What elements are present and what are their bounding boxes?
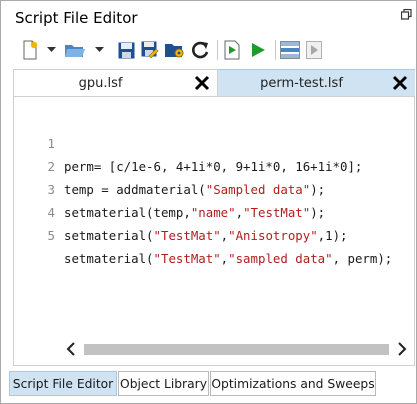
refresh-button[interactable] bbox=[189, 39, 211, 61]
code-line[interactable]: 3 setmaterial(temp,"name","TestMat"); bbox=[14, 155, 414, 220]
line-number: 5 bbox=[47, 228, 55, 243]
change-directory-button[interactable] bbox=[163, 39, 187, 61]
code-line[interactable]: 2 temp = addmaterial("Sampled data"); bbox=[14, 132, 414, 197]
refresh-icon bbox=[190, 40, 210, 60]
string-literal: "TestMat" bbox=[153, 228, 221, 243]
code-lines[interactable]: 1 perm= [c/1e-6, 4+1i*0, 9+1i*0, 16+1i*0… bbox=[14, 109, 414, 266]
string-literal: "TestMat" bbox=[153, 251, 221, 266]
tab-label: Script File Editor bbox=[12, 376, 114, 391]
open-dropdown-button[interactable] bbox=[93, 39, 105, 61]
open-script-button[interactable] bbox=[63, 39, 87, 61]
split-view-icon bbox=[280, 41, 300, 59]
chevron-down-icon bbox=[94, 47, 104, 53]
code-text: , perm); bbox=[332, 251, 393, 266]
code-text: ,1); bbox=[317, 228, 348, 243]
tab-label: Optimizations and Sweeps bbox=[211, 376, 375, 391]
split-view-button[interactable] bbox=[279, 39, 301, 61]
open-folder-icon bbox=[64, 41, 86, 59]
string-literal: "sampled data" bbox=[228, 251, 333, 266]
title-bar: Script File Editor bbox=[1, 1, 416, 33]
tab-label: gpu.lsf bbox=[78, 75, 123, 91]
chevron-down-icon bbox=[46, 47, 56, 53]
new-dropdown-button[interactable] bbox=[45, 39, 57, 61]
new-script-button[interactable] bbox=[19, 39, 41, 61]
play-icon bbox=[250, 42, 266, 58]
toolbar-separator bbox=[275, 40, 276, 60]
tab-script-file-editor[interactable]: Script File Editor bbox=[9, 371, 117, 396]
close-icon[interactable] bbox=[391, 74, 409, 92]
tab-gpu-lsf[interactable]: gpu.lsf bbox=[13, 69, 218, 96]
toolbar-separator bbox=[217, 40, 218, 60]
editor-toolbar bbox=[13, 35, 409, 65]
file-tab-bar: gpu.lsf perm-test.lsf bbox=[13, 69, 415, 96]
save-button[interactable] bbox=[115, 39, 137, 61]
code-line[interactable]: 1 perm= [c/1e-6, 4+1i*0, 9+1i*0, 16+1i*0… bbox=[14, 109, 414, 174]
scroll-right-icon[interactable] bbox=[395, 341, 409, 357]
tab-object-library[interactable]: Object Library bbox=[118, 371, 209, 396]
window-title: Script File Editor bbox=[15, 9, 138, 27]
step-button[interactable] bbox=[303, 39, 325, 61]
string-literal: "Anisotropy" bbox=[228, 228, 318, 243]
code-text: setmaterial( bbox=[64, 228, 154, 243]
save-as-icon bbox=[141, 41, 159, 59]
step-icon bbox=[306, 41, 322, 59]
line-code[interactable]: setmaterial("TestMat","Anisotropy",1); bbox=[64, 224, 348, 247]
new-file-icon bbox=[21, 40, 39, 60]
horizontal-scrollbar[interactable] bbox=[14, 339, 414, 359]
tab-label: Object Library bbox=[120, 376, 207, 391]
script-file-editor-window: Script File Editor gpu.lsf perm-test.lsf… bbox=[0, 0, 417, 404]
code-text: setmaterial( bbox=[64, 251, 154, 266]
folder-gear-icon bbox=[164, 41, 186, 59]
code-line[interactable]: 5 setmaterial("TestMat","sampled data", … bbox=[14, 201, 414, 266]
save-as-button[interactable] bbox=[139, 39, 161, 61]
code-editor[interactable]: 1 perm= [c/1e-6, 4+1i*0, 9+1i*0, 16+1i*0… bbox=[13, 96, 415, 366]
close-icon[interactable] bbox=[193, 74, 211, 92]
code-line[interactable]: 4 setmaterial("TestMat","Anisotropy",1); bbox=[14, 178, 414, 243]
tab-optimizations-and-sweeps[interactable]: Optimizations and Sweeps bbox=[210, 371, 376, 396]
run-script-button[interactable] bbox=[247, 39, 269, 61]
line-code[interactable]: setmaterial("TestMat","sampled data", pe… bbox=[64, 247, 392, 270]
run-to-cursor-icon bbox=[223, 40, 241, 60]
run-to-cursor-button[interactable] bbox=[221, 39, 243, 61]
tab-label: perm-test.lsf bbox=[260, 75, 343, 91]
scroll-left-icon[interactable] bbox=[64, 341, 78, 357]
float-window-icon[interactable] bbox=[400, 8, 412, 23]
save-icon bbox=[118, 42, 135, 59]
scrollbar-thumb[interactable] bbox=[84, 344, 389, 355]
tab-perm-test-lsf[interactable]: perm-test.lsf bbox=[218, 69, 415, 96]
